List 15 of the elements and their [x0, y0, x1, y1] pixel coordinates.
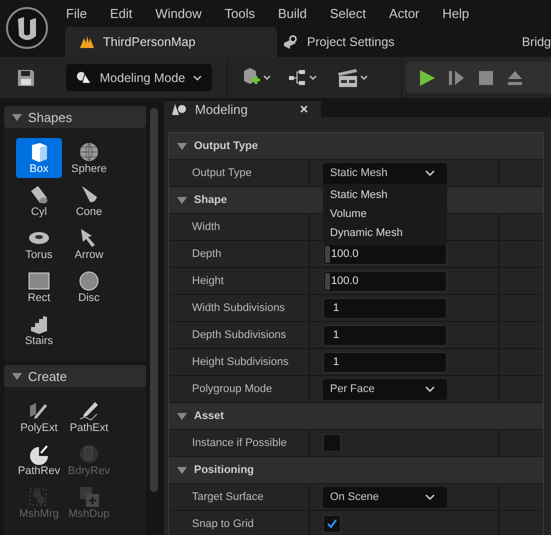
tab-label: Modeling [195, 102, 248, 116]
property-label: Width [192, 221, 220, 233]
property-label: Snap to Grid [192, 518, 254, 530]
tab-label: Bridg [522, 35, 551, 49]
property-label: Depth [192, 248, 222, 260]
property-label: Depth Subdivisions [192, 329, 286, 341]
property-label: Target Surface [192, 491, 264, 503]
property-label: Height Subdivisions [192, 356, 289, 368]
tab-label: Project Settings [307, 35, 395, 49]
property-label: Width Subdivisions [192, 302, 285, 314]
property-label: Height [192, 275, 224, 287]
property-label: Polygroup Mode [192, 383, 272, 395]
property-label: Instance if Possible [192, 437, 287, 449]
property-label: Output Type [192, 167, 252, 179]
tab-label: ThirdPersonMap [103, 35, 196, 49]
